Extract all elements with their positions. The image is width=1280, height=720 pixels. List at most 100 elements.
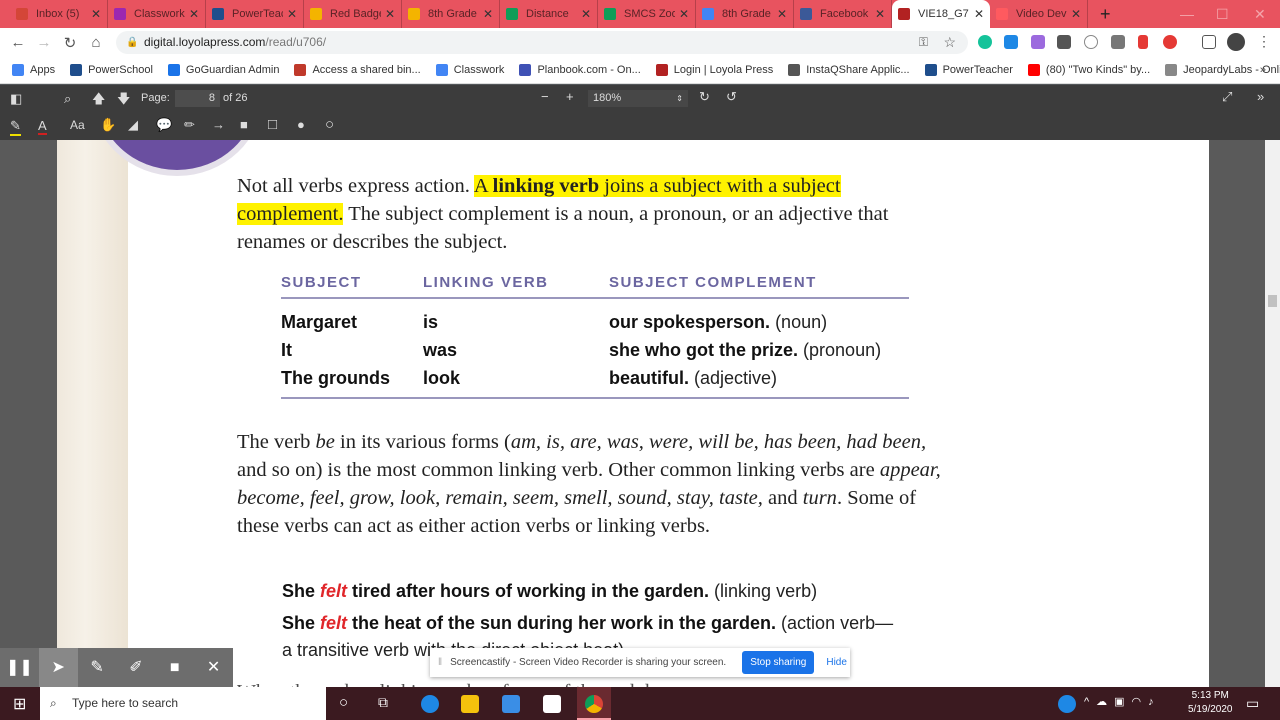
page-number-input[interactable]: 8 — [175, 90, 220, 107]
hide-button[interactable]: Hide — [826, 657, 847, 668]
pencil-tool-icon[interactable]: ✏ — [184, 117, 195, 133]
close-tab-icon[interactable]: ✕ — [679, 7, 689, 21]
store-icon[interactable] — [543, 695, 561, 713]
close-toolbar-button[interactable]: ✕ — [194, 648, 233, 687]
bookmark-item[interactable]: PowerSchool — [70, 64, 153, 76]
bookmark-star-icon[interactable]: ☆ — [943, 31, 956, 54]
taskbar-search-input[interactable]: ⌕ Type here to search — [40, 687, 326, 720]
pause-recording-button[interactable]: ❚❚ — [0, 648, 39, 687]
cast-icon[interactable] — [1202, 35, 1216, 49]
minimize-button[interactable]: — — [1180, 6, 1194, 22]
close-tab-icon[interactable]: ✕ — [777, 7, 787, 21]
browser-tab[interactable]: VIE18_G7 ✕ — [892, 0, 990, 28]
next-page-icon[interactable]: 🡇 — [117, 90, 130, 112]
screencastify-extension-icon[interactable] — [1163, 35, 1177, 49]
zoom-in-button[interactable]: + — [566, 89, 574, 104]
bookmark-item[interactable]: InstaQShare Applic... — [788, 64, 910, 76]
extension-bulb-icon[interactable] — [1057, 35, 1071, 49]
close-tab-icon[interactable]: ✕ — [287, 7, 297, 21]
bookmark-item[interactable]: (80) "Two Kinds" by... — [1027, 64, 1150, 76]
browser-tab[interactable]: SMCS Zoom✕ — [598, 0, 696, 28]
profile-avatar[interactable] — [1227, 33, 1245, 51]
extension-qr-icon[interactable] — [1111, 35, 1125, 49]
arrow-tool-icon[interactable]: → — [212, 117, 225, 132]
circle-tool-icon[interactable]: ○ — [325, 116, 334, 133]
system-tray-icons[interactable]: ^☁▣◠♪ — [1084, 695, 1161, 708]
browser-tab[interactable]: Red Badge ✕ — [304, 0, 402, 28]
reload-button[interactable]: ↻ — [57, 34, 83, 52]
expand-toolbar-button[interactable]: » — [1257, 89, 1264, 104]
rotate-counterclockwise-button[interactable]: ↺ — [726, 89, 737, 105]
fullscreen-button[interactable]: ⤢ — [1222, 89, 1232, 105]
pen-tool-button[interactable]: ✎ — [78, 648, 117, 687]
search-icon[interactable]: ⌕ — [64, 91, 71, 107]
bookmark-item[interactable]: Access a shared bin... — [294, 64, 421, 76]
clock[interactable]: 5:13 PM 5/19/2020 — [1188, 689, 1233, 717]
zoom-out-button[interactable]: − — [541, 89, 549, 104]
help-icon[interactable] — [1058, 695, 1076, 713]
menu-kebab-icon[interactable]: ⋮ — [1257, 33, 1271, 50]
text-tool-icon[interactable]: Aa — [70, 118, 85, 132]
bookmark-item[interactable]: Planbook.com - On... — [519, 64, 641, 76]
comment-tool-icon[interactable]: 💬 — [156, 117, 172, 133]
filled-rectangle-tool-icon[interactable]: ■ — [240, 117, 248, 132]
vertical-scrollbar[interactable] — [1265, 140, 1280, 687]
browser-tab[interactable]: Video Dev ✕ — [990, 0, 1088, 28]
home-button[interactable]: ⌂ — [83, 34, 109, 51]
extension-help-icon[interactable] — [1084, 35, 1098, 49]
browser-tab[interactable]: PowerTeacher✕ — [206, 0, 304, 28]
line-tool-icon[interactable]: ◢ — [128, 117, 138, 133]
back-button[interactable]: ← — [5, 34, 31, 51]
extension-pdf-icon[interactable] — [1138, 35, 1148, 49]
file-explorer-icon[interactable] — [461, 695, 479, 713]
close-tab-icon[interactable]: ✕ — [189, 7, 199, 21]
sidebar-toggle-icon[interactable]: ◧ — [10, 91, 22, 107]
drag-handle-icon[interactable]: ‖ — [438, 657, 442, 668]
text-highlight-tool-icon[interactable]: A — [38, 118, 47, 135]
mail-icon[interactable] — [502, 695, 520, 713]
close-tab-icon[interactable]: ✕ — [483, 7, 493, 21]
close-tab-icon[interactable]: ✕ — [385, 7, 395, 21]
browser-tab[interactable]: 8th Grade ✕ — [402, 0, 500, 28]
zoom-select[interactable]: 180% ⇕ — [588, 90, 688, 107]
stop-sharing-button[interactable]: Stop sharing — [742, 651, 815, 674]
close-window-button[interactable]: ✕ — [1254, 6, 1266, 23]
forward-button[interactable]: → — [31, 34, 57, 51]
new-tab-button[interactable]: + — [1100, 4, 1111, 25]
windows-start-button[interactable]: ⊞ — [13, 694, 26, 714]
browser-tab[interactable]: Facebook ✕ — [794, 0, 892, 28]
extension-puzzle-icon[interactable] — [1031, 35, 1045, 49]
previous-page-icon[interactable]: 🡅 — [92, 90, 105, 112]
close-tab-icon[interactable]: ✕ — [875, 7, 885, 21]
browser-tab[interactable]: Inbox (5) ✕ — [10, 0, 108, 28]
close-tab-icon[interactable]: ✕ — [1071, 7, 1081, 21]
bookmark-item[interactable]: Login | Loyola Press — [655, 64, 773, 76]
cursor-tool-button[interactable]: ➤ — [38, 648, 78, 687]
edge-icon[interactable] — [421, 695, 439, 713]
filled-circle-tool-icon[interactable]: ● — [297, 117, 305, 132]
rectangle-tool-icon[interactable]: □ — [268, 116, 277, 133]
maximize-button[interactable]: ☐ — [1216, 6, 1229, 23]
grammarly-extension-icon[interactable] — [978, 35, 992, 49]
close-tab-icon[interactable]: ✕ — [974, 7, 984, 21]
close-tab-icon[interactable]: ✕ — [581, 7, 591, 21]
highlighter-button[interactable]: ✐ — [116, 648, 155, 687]
url-bar[interactable]: 🔒 digital.loyolapress.com/read/u706/ ⚿ ☆ — [116, 31, 968, 54]
notifications-icon[interactable]: ▭ — [1246, 695, 1259, 712]
browser-tab[interactable]: 8th Grade ✕ — [696, 0, 794, 28]
highlighter-tool-icon[interactable]: ✎ — [10, 118, 21, 136]
bookmark-item[interactable]: GoGuardian Admin — [167, 64, 279, 76]
browser-tab[interactable]: Classwork ✕ — [108, 0, 206, 28]
browser-tab[interactable]: Distance ✕ — [500, 0, 598, 28]
hand-tool-icon[interactable]: ✋ — [100, 117, 116, 133]
bookmark-item[interactable]: Classwork — [435, 64, 504, 76]
extension-s-icon[interactable] — [1004, 35, 1018, 49]
webcam-button[interactable]: ■ — [155, 648, 194, 687]
close-tab-icon[interactable]: ✕ — [91, 7, 101, 21]
key-icon[interactable]: ⚿ — [919, 31, 928, 54]
task-view-icon[interactable]: ⧉ — [378, 694, 388, 711]
bookmark-item[interactable]: Apps — [12, 64, 55, 76]
more-bookmarks-button[interactable]: » — [1260, 64, 1266, 76]
bookmark-item[interactable]: PowerTeacher — [924, 64, 1013, 76]
chrome-icon[interactable] — [585, 695, 603, 713]
